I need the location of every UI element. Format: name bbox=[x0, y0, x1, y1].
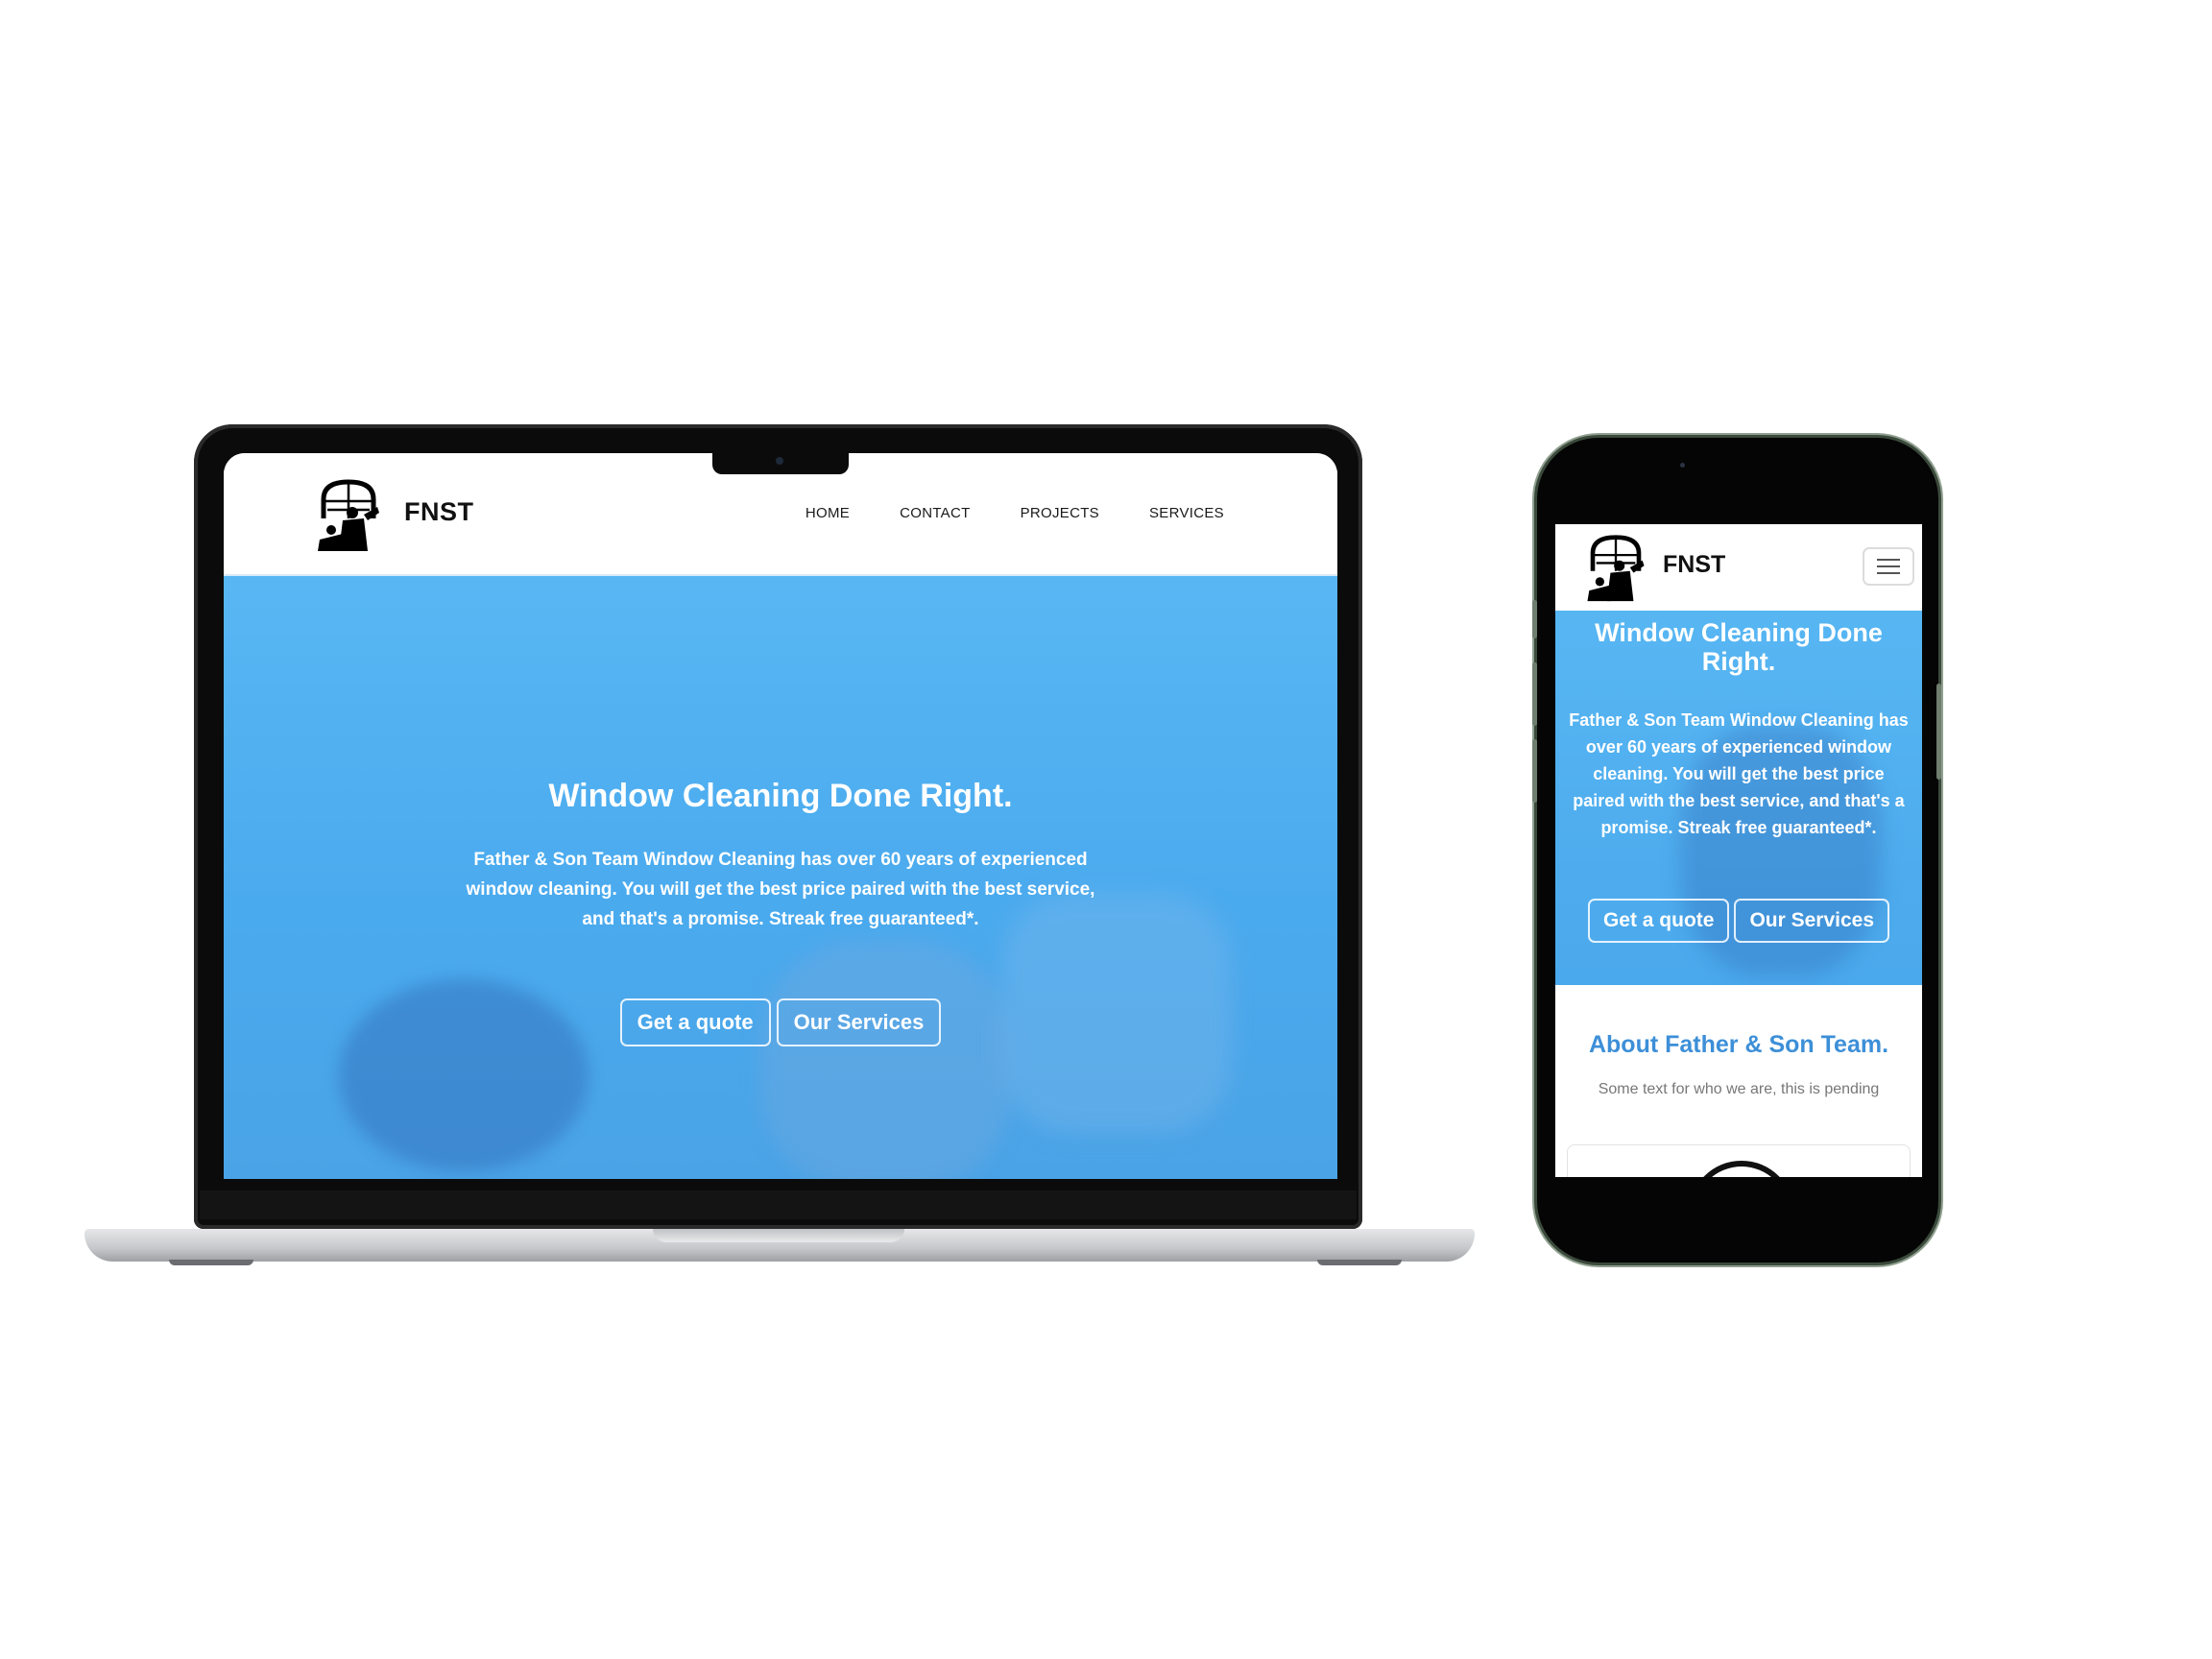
main-nav: HOME CONTACT PROJECTS SERVICES bbox=[805, 505, 1224, 521]
hamburger-menu-icon[interactable] bbox=[1863, 547, 1914, 586]
brand-name[interactable]: FNST bbox=[1663, 551, 1725, 579]
logo-window-cleaners-icon[interactable] bbox=[314, 478, 383, 553]
logo-window-cleaners-icon bbox=[1689, 1161, 1794, 1177]
phone-side-button bbox=[1532, 739, 1537, 803]
hero-section: Window Cleaning Done Right. Father & Son… bbox=[224, 576, 1337, 1179]
our-services-button[interactable]: Our Services bbox=[776, 998, 942, 1046]
camera-icon bbox=[776, 457, 783, 465]
hero-title: Window Cleaning Done Right. bbox=[548, 778, 1013, 814]
get-quote-button[interactable]: Get a quote bbox=[1587, 899, 1730, 943]
get-quote-button[interactable]: Get a quote bbox=[619, 998, 771, 1046]
about-card bbox=[1567, 1144, 1911, 1177]
nav-projects[interactable]: PROJECTS bbox=[1021, 505, 1099, 521]
hero-buttons: Get a quote Our Services bbox=[224, 998, 1337, 1046]
laptop-foot-left bbox=[169, 1260, 253, 1265]
hero-section: Window Cleaning Done Right. Father & Son… bbox=[1555, 611, 1922, 985]
mobile-website: FNST Window Cleaning Done Right. Father … bbox=[1555, 524, 1922, 1177]
phone-power-button bbox=[1936, 684, 1941, 780]
laptop-camera-notch bbox=[712, 447, 849, 474]
hero-title: Window Cleaning Done Right. bbox=[1595, 618, 1883, 676]
mobile-header: FNST bbox=[1555, 524, 1922, 611]
about-title: About Father & Son Team. bbox=[1588, 1031, 1889, 1058]
laptop-base bbox=[84, 1229, 1475, 1262]
nav-home[interactable]: HOME bbox=[805, 505, 850, 521]
phone-side-button bbox=[1532, 662, 1537, 726]
hero-background-shape bbox=[761, 941, 1011, 1179]
desktop-website: FNST HOME CONTACT PROJECTS SERVICES Wind… bbox=[224, 453, 1337, 1179]
about-text: Some text for who we are, this is pendin… bbox=[1598, 1081, 1880, 1097]
brand-name[interactable]: FNST bbox=[404, 497, 474, 527]
hero-paragraph: Father & Son Team Window Cleaning has ov… bbox=[466, 850, 1095, 929]
laptop-opening-groove bbox=[653, 1229, 904, 1242]
laptop-foot-right bbox=[1317, 1260, 1402, 1265]
nav-contact[interactable]: CONTACT bbox=[900, 505, 970, 521]
laptop-bezel-bottom bbox=[200, 1190, 1357, 1219]
logo-window-cleaners-icon[interactable] bbox=[1582, 534, 1649, 603]
phone-side-button bbox=[1532, 600, 1537, 638]
hero-paragraph: Father & Son Team Window Cleaning has ov… bbox=[1569, 710, 1909, 837]
our-services-button[interactable]: Our Services bbox=[1734, 899, 1890, 943]
phone-camera-icon bbox=[1680, 463, 1685, 468]
hero-buttons: Get a quote Our Services bbox=[1555, 899, 1922, 943]
nav-services[interactable]: SERVICES bbox=[1149, 505, 1224, 521]
